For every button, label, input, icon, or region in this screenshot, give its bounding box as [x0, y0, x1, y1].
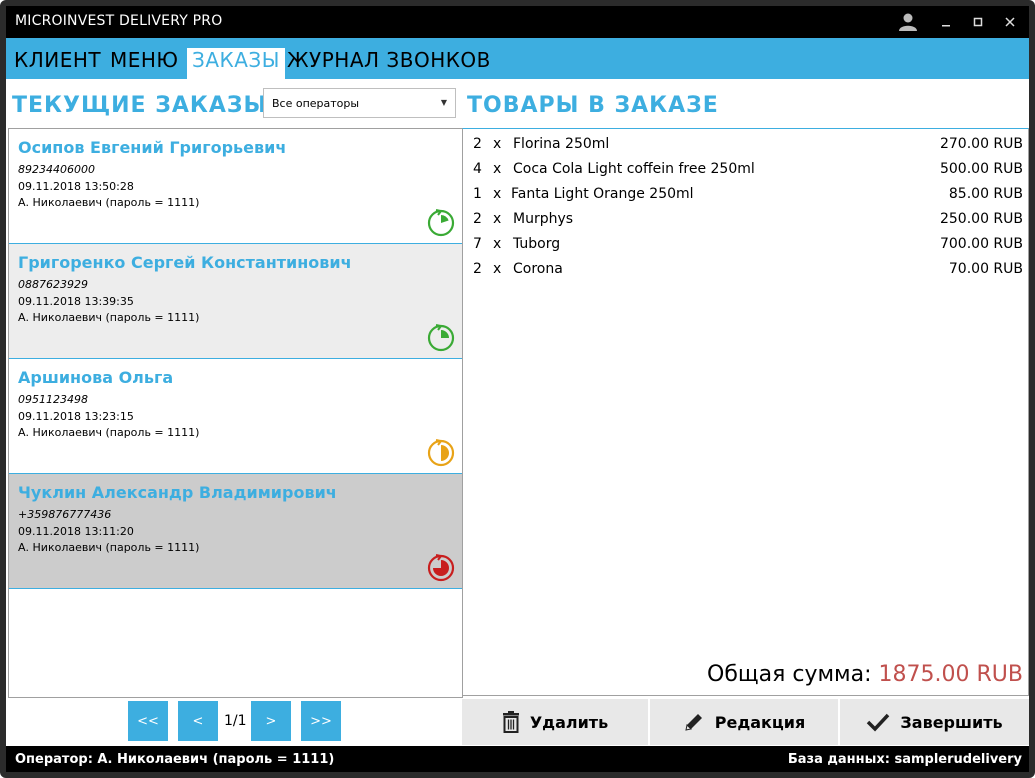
item-times: x — [493, 261, 502, 277]
order-items-list: 2 x Florina 250ml 270.00 RUB 4 x Coca Co… — [462, 128, 1029, 696]
item-times: x — [493, 236, 502, 252]
item-times: x — [493, 211, 502, 227]
order-total: Общая сумма: 1875.00 RUB — [707, 662, 1023, 687]
last-page-button[interactable]: >> — [301, 701, 341, 741]
app-window: MICROINVEST DELIVERY PRO КЛИЕНТ МЕНЮ ЗАК… — [0, 0, 1035, 778]
order-item[interactable]: Аршинова Ольга 0951123498 09.11.2018 13:… — [9, 359, 462, 474]
page-indicator: 1/1 — [224, 713, 247, 729]
chevron-down-icon: ▼ — [440, 98, 447, 107]
current-orders-title: ТЕКУЩИЕ ЗАКАЗЫ — [12, 93, 268, 118]
main-tabs: КЛИЕНТ МЕНЮ ЗАКАЗЫ ЖУРНАЛ ЗВОНКОВ — [6, 38, 1029, 79]
order-operator: А. Николаевич (пароль = 1111) — [18, 426, 200, 439]
item-qty: 2 — [473, 136, 482, 152]
timer-status-icon — [427, 209, 455, 237]
item-qty: 2 — [473, 211, 482, 227]
order-item-selected[interactable]: Чуклин Александр Владимирович +359876777… — [9, 474, 462, 589]
minimize-button[interactable] — [930, 6, 962, 38]
operator-filter-select[interactable]: Все операторы ▼ — [263, 88, 456, 118]
order-customer-name: Григоренко Сергей Константинович — [18, 253, 352, 272]
next-page-button[interactable]: > — [251, 701, 291, 741]
timer-status-icon — [427, 439, 455, 467]
tab-call-log[interactable]: ЖУРНАЛ ЗВОНКОВ — [282, 48, 496, 79]
item-price: 700.00 RUB — [939, 236, 1023, 252]
order-customer-name: Осипов Евгений Григорьевич — [18, 138, 287, 157]
total-amount: 1875.00 RUB — [878, 662, 1023, 687]
order-item-row[interactable]: 2 x Murphys 250.00 RUB — [473, 211, 1023, 233]
order-item[interactable]: Григоренко Сергей Константинович 0887623… — [9, 244, 462, 359]
maximize-button[interactable] — [962, 6, 994, 38]
close-button[interactable] — [994, 6, 1026, 38]
edit-button[interactable]: Редакция — [650, 699, 840, 745]
item-price: 250.00 RUB — [939, 211, 1023, 227]
order-datetime: 09.11.2018 13:23:15 — [18, 410, 134, 423]
item-qty: 4 — [473, 161, 482, 177]
status-bar: Оператор: А. Николаевич (пароль = 1111) … — [6, 746, 1029, 772]
item-name: Florina 250ml — [513, 136, 610, 152]
delete-button[interactable]: Удалить — [462, 699, 650, 745]
finish-label: Завершить — [900, 712, 1003, 732]
title-bar: MICROINVEST DELIVERY PRO — [6, 6, 1029, 38]
order-customer-name: Чуклин Александр Владимирович — [18, 483, 337, 502]
status-database: База данных: samplerudelivery — [787, 752, 1022, 767]
order-item-row[interactable]: 4 x Coca Cola Light coffein free 250ml 5… — [473, 161, 1023, 183]
total-label: Общая сумма: — [707, 662, 879, 687]
order-operator: А. Николаевич (пароль = 1111) — [18, 541, 200, 554]
user-icon[interactable] — [892, 6, 924, 38]
item-name: Corona — [513, 261, 563, 277]
status-operator: Оператор: А. Николаевич (пароль = 1111) — [15, 752, 335, 767]
tab-orders[interactable]: ЗАКАЗЫ — [187, 48, 285, 79]
finish-button[interactable]: Завершить — [840, 699, 1029, 745]
tab-menu[interactable]: МЕНЮ — [105, 48, 184, 79]
order-item-row[interactable]: 7 x Tuborg 700.00 RUB — [473, 236, 1023, 258]
item-times: x — [493, 161, 502, 177]
orders-list: Осипов Евгений Григорьевич 89234406000 0… — [8, 128, 463, 698]
item-name: Tuborg — [513, 236, 561, 252]
order-phone: 0887623929 — [18, 278, 88, 291]
item-name: Murphys — [513, 211, 574, 227]
item-name: Fanta Light Orange 250ml — [511, 186, 694, 202]
item-times: x — [493, 136, 502, 152]
order-datetime: 09.11.2018 13:11:20 — [18, 525, 134, 538]
order-customer-name: Аршинова Ольга — [18, 368, 174, 387]
item-qty: 1 — [473, 186, 482, 202]
order-items-title: ТОВАРЫ В ЗАКАЗЕ — [467, 93, 719, 118]
item-times: x — [493, 186, 502, 202]
trash-icon — [502, 711, 519, 733]
item-price: 85.00 RUB — [948, 186, 1023, 202]
item-price: 270.00 RUB — [939, 136, 1023, 152]
order-datetime: 09.11.2018 13:50:28 — [18, 180, 134, 193]
pencil-icon — [685, 714, 702, 731]
app-title: MICROINVEST DELIVERY PRO — [15, 13, 223, 29]
order-item[interactable]: Осипов Евгений Григорьевич 89234406000 0… — [9, 129, 462, 244]
item-price: 70.00 RUB — [948, 261, 1023, 277]
order-datetime: 09.11.2018 13:39:35 — [18, 295, 134, 308]
operator-filter-value: Все операторы — [272, 97, 360, 110]
timer-status-icon — [427, 324, 455, 352]
delete-label: Удалить — [529, 712, 609, 732]
order-item-row[interactable]: 1 x Fanta Light Orange 250ml 85.00 RUB — [473, 186, 1023, 208]
item-name: Coca Cola Light coffein free 250ml — [513, 161, 755, 177]
edit-label: Редакция — [714, 712, 806, 732]
item-qty: 7 — [473, 236, 482, 252]
order-item-row[interactable]: 2 x Florina 250ml 270.00 RUB — [473, 136, 1023, 158]
item-price: 500.00 RUB — [939, 161, 1023, 177]
timer-status-icon — [427, 554, 455, 582]
order-operator: А. Николаевич (пароль = 1111) — [18, 196, 200, 209]
order-phone: +359876777436 — [18, 508, 112, 521]
prev-page-button[interactable]: < — [178, 701, 218, 741]
order-phone: 89234406000 — [18, 163, 95, 176]
first-page-button[interactable]: << — [128, 701, 168, 741]
tab-client[interactable]: КЛИЕНТ — [9, 48, 106, 79]
item-qty: 2 — [473, 261, 482, 277]
order-operator: А. Николаевич (пароль = 1111) — [18, 311, 200, 324]
checkmark-icon — [867, 713, 890, 732]
order-phone: 0951123498 — [18, 393, 88, 406]
order-item-row[interactable]: 2 x Corona 70.00 RUB — [473, 261, 1023, 283]
window-content: MICROINVEST DELIVERY PRO КЛИЕНТ МЕНЮ ЗАК… — [6, 6, 1029, 772]
